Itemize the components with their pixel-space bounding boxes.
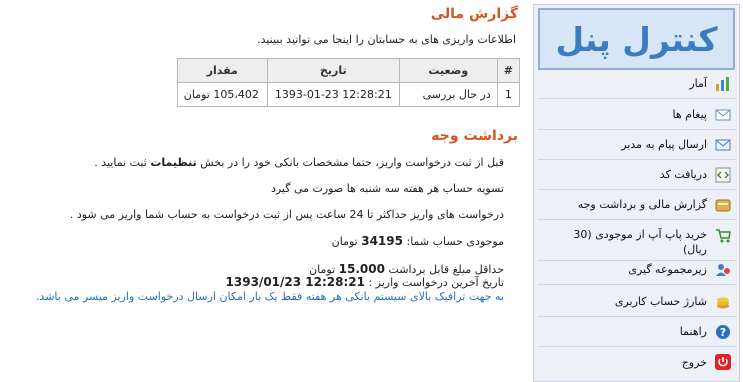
sidebar-item-messages[interactable]: پیغام ها bbox=[538, 100, 737, 130]
withdraw-line1-end: ثبت نمایید . bbox=[94, 156, 147, 169]
withdraw-line3: درخواست های واریز حداکثر تا 24 ساعت پس ا… bbox=[69, 208, 504, 221]
weekly-notice: به جهت ترافیک بالای سیستم بانکی هر هفته … bbox=[35, 290, 504, 303]
sidebar-item-label: خروج bbox=[681, 355, 707, 369]
table-row: 1 در حال بررسی 1393-01-23 12:28:21 105،4… bbox=[176, 82, 521, 107]
transactions-table: # وضعیت تاریخ مقدار 1 در حال بررسی 1393-… bbox=[176, 58, 521, 107]
min-withdraw-line: حداقل مبلغ قابل برداشت 15.000 تومان bbox=[309, 262, 504, 276]
users-icon bbox=[715, 262, 731, 278]
sidebar-item-help[interactable]: ? راهنما bbox=[538, 317, 737, 347]
svg-text:?: ? bbox=[720, 326, 726, 339]
sidebar: کنترل پنل آمار پیغام ها ارسال پیام به مد… bbox=[533, 4, 740, 382]
balance-value: 34195 bbox=[361, 234, 403, 248]
sidebar-item-referrals[interactable]: زیرمجموعه گیری bbox=[538, 255, 737, 285]
sidebar-item-label: خرید پاپ آپ از موجودی (30 ریال) bbox=[573, 228, 707, 256]
col-status: وضعیت bbox=[398, 58, 498, 83]
main-content: گزارش مالی اطلاعات واریزی های به حسابتان… bbox=[0, 0, 528, 382]
sidebar-item-label: زیرمجموعه گیری bbox=[628, 263, 707, 276]
last-request-value: 1393/01/23 12:28:21 bbox=[225, 275, 365, 289]
table-header-row: # وضعیت تاریخ مقدار bbox=[176, 58, 521, 83]
power-icon bbox=[715, 354, 731, 370]
sidebar-item-label: ارسال پیام به مدیر bbox=[621, 138, 707, 151]
code-icon bbox=[715, 167, 731, 183]
bar-chart-icon bbox=[715, 76, 731, 92]
balance-label: موجودی حساب شما: bbox=[406, 235, 504, 248]
col-amount: مقدار bbox=[176, 58, 268, 83]
control-panel-logo: کنترل پنل bbox=[538, 8, 735, 70]
withdraw-line1: قبل از ثبت درخواست واریز، حتما مشخصات با… bbox=[94, 156, 504, 169]
cell-date: 1393-01-23 12:28:21 bbox=[266, 82, 400, 107]
min-withdraw-value: 15.000 bbox=[338, 262, 385, 276]
balance-line: موجودی حساب شما: 34195 تومان bbox=[332, 234, 504, 248]
withdraw-title: برداشت وجه bbox=[431, 128, 518, 144]
withdraw-line1-text: قبل از ثبت درخواست واریز، حتما مشخصات با… bbox=[200, 156, 504, 169]
cell-number: 1 bbox=[496, 82, 521, 107]
settings-link[interactable]: تنظیمات bbox=[150, 156, 196, 169]
send-mail-icon bbox=[715, 137, 731, 153]
sidebar-item-stats[interactable]: آمار bbox=[538, 69, 737, 99]
sidebar-item-label: دریافت کد bbox=[659, 168, 707, 181]
col-date: تاریخ bbox=[266, 58, 400, 83]
cell-amount: 105،402 تومان bbox=[176, 82, 268, 107]
wallet-icon bbox=[715, 197, 731, 213]
sidebar-item-charge-account[interactable]: شارژ حساب کاربری bbox=[538, 287, 737, 317]
sidebar-item-label: پیغام ها bbox=[672, 108, 708, 121]
last-request-label: تاریخ آخرین درخواست واریز : bbox=[368, 276, 504, 289]
balance-unit: تومان bbox=[331, 235, 358, 248]
col-number: # bbox=[496, 58, 521, 83]
coins-icon bbox=[715, 294, 731, 310]
sidebar-item-label: راهنما bbox=[679, 325, 707, 338]
sidebar-item-label: گزارش مالی و برداشت وجه bbox=[577, 198, 707, 211]
sidebar-item-message-admin[interactable]: ارسال پیام به مدیر bbox=[538, 130, 737, 160]
withdraw-line2: تسویه حساب هر هفته سه شنبه ها صورت می گی… bbox=[270, 182, 504, 195]
sidebar-item-get-code[interactable]: دریافت کد bbox=[538, 160, 737, 190]
cell-status: در حال بررسی bbox=[398, 82, 498, 107]
sidebar-item-label: شارژ حساب کاربری bbox=[614, 295, 707, 308]
financial-report-title: گزارش مالی bbox=[430, 6, 518, 22]
sidebar-item-logout[interactable]: خروج bbox=[538, 347, 737, 377]
help-icon: ? bbox=[715, 324, 731, 340]
cart-icon bbox=[715, 227, 731, 243]
last-request-line: تاریخ آخرین درخواست واریز : 1393/01/23 1… bbox=[226, 275, 504, 289]
financial-report-intro: اطلاعات واریزی های به حسابتان را اینجا م… bbox=[257, 33, 516, 46]
envelope-icon bbox=[715, 107, 731, 123]
sidebar-item-label: آمار bbox=[689, 77, 707, 90]
sidebar-item-financial-report[interactable]: گزارش مالی و برداشت وجه bbox=[538, 190, 737, 220]
